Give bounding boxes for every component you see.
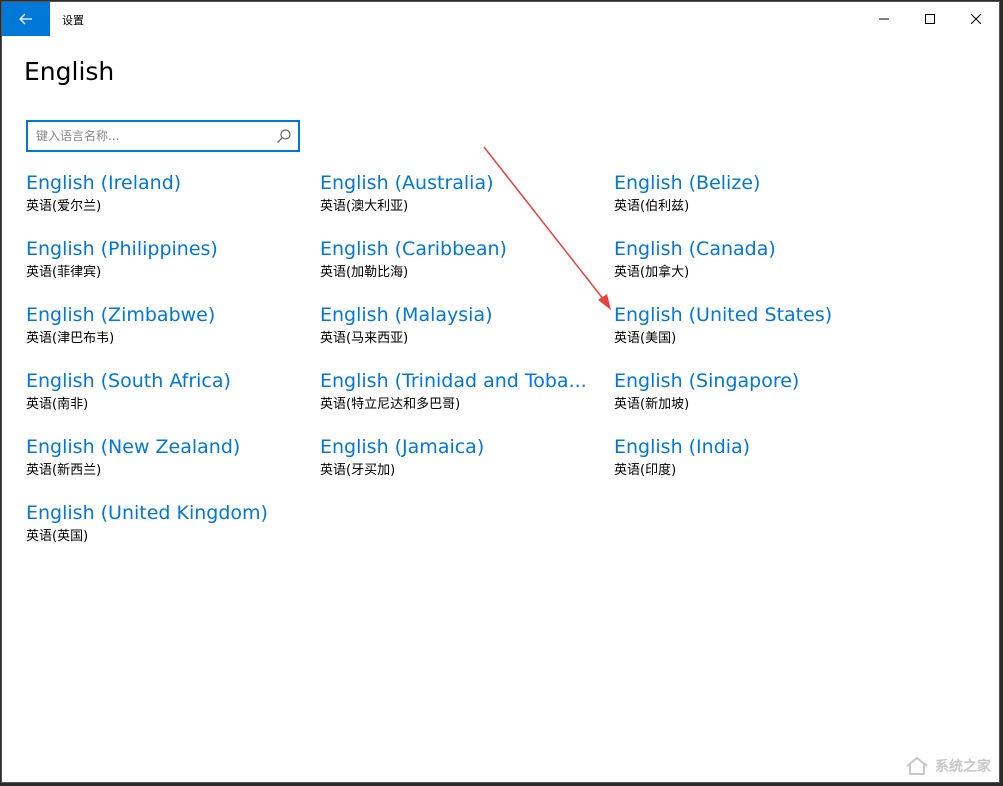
language-item[interactable]: English (United Kingdom) 英语(英国) (26, 500, 296, 547)
language-native-name: 英语(新西兰) (26, 463, 102, 478)
maximize-button[interactable] (907, 2, 953, 36)
search-icon[interactable] (276, 128, 292, 144)
language-item[interactable]: English (Belize) 英语(伯利兹) (614, 170, 884, 217)
language-name: English (Singapore) (614, 370, 800, 392)
language-item[interactable]: English (India) 英语(印度) (614, 434, 884, 481)
minimize-icon (879, 18, 889, 20)
language-native-name: 英语(爱尔兰) (26, 199, 102, 214)
language-item[interactable]: English (Zimbabwe) 英语(津巴布韦) (26, 302, 296, 349)
language-item[interactable]: English (Philippines) 英语(菲律宾) (26, 236, 296, 283)
language-item[interactable]: English (New Zealand) 英语(新西兰) (26, 434, 296, 481)
language-name: English (New Zealand) (26, 436, 241, 458)
language-name: English (South Africa) (26, 370, 231, 392)
minimize-button[interactable] (861, 2, 907, 36)
search-box[interactable] (26, 120, 300, 152)
back-arrow-icon (19, 13, 32, 25)
language-item-united-states[interactable]: English (United States) 英语(美国) (614, 302, 884, 349)
language-native-name: 英语(南非) (26, 397, 89, 412)
language-item[interactable]: English (Malaysia) 英语(马来西亚) (320, 302, 590, 349)
language-name: English (India) (614, 436, 751, 458)
language-native-name: 英语(菲律宾) (26, 265, 102, 280)
language-native-name: 英语(新加坡) (614, 397, 690, 412)
language-native-name: 英语(美国) (614, 331, 677, 346)
language-item[interactable]: English (Canada) 英语(加拿大) (614, 236, 884, 283)
language-native-name: 英语(马来西亚) (320, 331, 409, 346)
watermark: 系统之家 (905, 756, 991, 776)
language-item[interactable]: English (Australia) 英语(澳大利亚) (320, 170, 590, 217)
settings-window: 设置 English English (Ireland) 英语(爱尔兰) (1, 1, 1000, 783)
language-name: English (Jamaica) (320, 436, 485, 458)
language-name: English (Australia) (320, 172, 494, 194)
title-bar: 设置 (2, 2, 999, 36)
back-button[interactable] (2, 2, 50, 36)
watermark-text: 系统之家 (935, 759, 991, 775)
language-native-name: 英语(加勒比海) (320, 265, 409, 280)
language-name: English (Ireland) (26, 172, 182, 194)
page-title: English (24, 57, 115, 86)
house-logo-icon (906, 756, 928, 775)
language-native-name: 英语(特立尼达和多巴哥) (320, 397, 461, 412)
language-native-name: 英语(英国) (26, 529, 89, 544)
language-name: English (Philippines) (26, 238, 218, 260)
language-item[interactable]: English (Trinidad and Toba... 英语(特立尼达和多巴… (320, 368, 590, 415)
language-native-name: 英语(印度) (614, 463, 677, 478)
language-name: English (Belize) (614, 172, 761, 194)
language-name: English (Trinidad and Toba... (320, 370, 587, 392)
language-item[interactable]: English (Jamaica) 英语(牙买加) (320, 434, 590, 481)
language-name: English (Canada) (614, 238, 776, 260)
language-native-name: 英语(津巴布韦) (26, 331, 115, 346)
maximize-icon (925, 14, 935, 24)
search-input[interactable] (36, 127, 268, 145)
language-item[interactable]: English (Caribbean) 英语(加勒比海) (320, 236, 590, 283)
close-button[interactable] (953, 2, 999, 36)
language-name: English (Caribbean) (320, 238, 507, 260)
language-native-name: 英语(澳大利亚) (320, 199, 409, 214)
language-item[interactable]: English (Singapore) 英语(新加坡) (614, 368, 884, 415)
language-name: English (United Kingdom) (26, 502, 268, 524)
language-native-name: 英语(伯利兹) (614, 199, 690, 214)
language-item[interactable]: English (South Africa) 英语(南非) (26, 368, 296, 415)
language-native-name: 英语(牙买加) (320, 463, 396, 478)
language-name: English (Malaysia) (320, 304, 493, 326)
language-name: English (Zimbabwe) (26, 304, 216, 326)
language-native-name: 英语(加拿大) (614, 265, 690, 280)
close-icon (971, 14, 981, 24)
language-item[interactable]: English (Ireland) 英语(爱尔兰) (26, 170, 296, 217)
language-name: English (United States) (614, 304, 833, 326)
app-title: 设置 (62, 14, 84, 27)
